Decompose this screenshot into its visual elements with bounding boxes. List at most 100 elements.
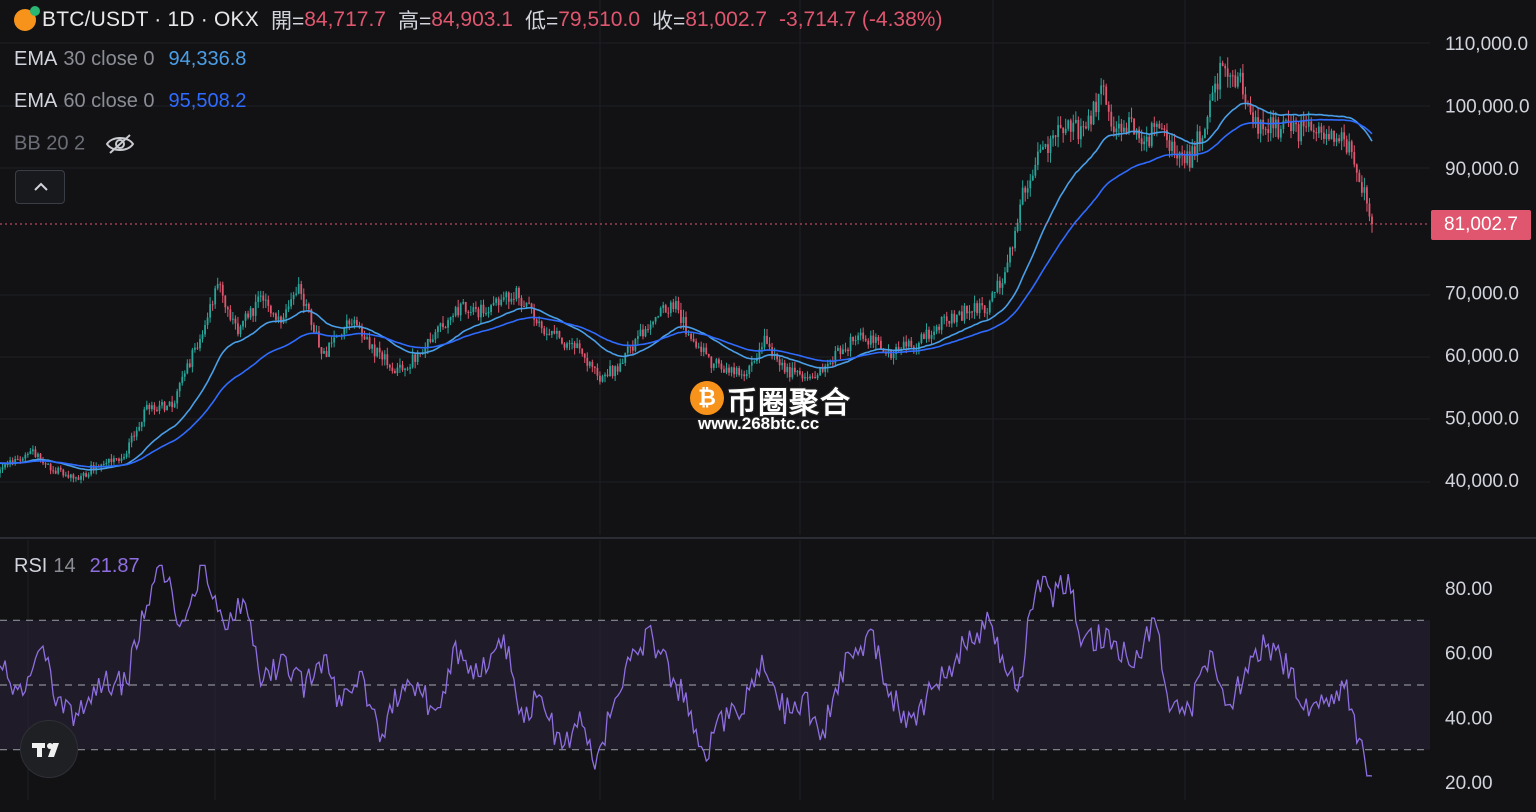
candle-body — [702, 347, 705, 352]
candle-body — [1360, 182, 1363, 193]
rsi-tick-label: 60.00 — [1445, 644, 1493, 665]
candle-body — [224, 295, 227, 308]
candle-body — [404, 368, 406, 370]
candle-body — [1153, 123, 1156, 127]
candle-body — [1206, 117, 1209, 130]
candle-body — [285, 309, 287, 318]
price-tick-label: 110,000.0 — [1445, 34, 1528, 55]
candle-body — [292, 294, 295, 300]
candle-body — [254, 301, 257, 316]
candle-body — [1128, 117, 1130, 133]
candle-body — [905, 341, 908, 347]
candle-body — [1039, 149, 1042, 152]
candle-body — [447, 320, 449, 328]
candle-body — [1117, 123, 1120, 129]
price-axis: 110,000.0 100,000.0 90,000.0 70,000.0 60,000… — [1445, 34, 1530, 492]
candle-body — [869, 335, 872, 345]
watermark-url: www.268btc.cc — [698, 414, 820, 433]
candle-body — [1242, 72, 1244, 95]
candle-body — [836, 347, 839, 351]
candle-body — [1231, 75, 1234, 77]
candle-body — [459, 303, 462, 316]
candle-body — [690, 333, 692, 339]
candle-body — [231, 318, 234, 320]
ema30-value: 94,336.8 — [168, 48, 247, 70]
candle-body — [750, 362, 753, 366]
candle-body — [910, 340, 913, 347]
candle-body — [206, 317, 209, 326]
candle-body — [907, 340, 910, 347]
candle-body — [1110, 111, 1113, 127]
candle-body — [1191, 146, 1194, 168]
candle-body — [588, 361, 591, 366]
ema30-legend[interactable]: EMA 30 close 0 94,336.8 — [14, 48, 246, 71]
candle-body — [348, 320, 351, 325]
candle-body — [1034, 164, 1037, 176]
candle-body — [712, 363, 715, 368]
candle-body — [59, 467, 62, 470]
candle-body — [978, 303, 981, 314]
candle-body — [102, 464, 105, 466]
candle-body — [596, 367, 599, 376]
candle-body — [1171, 141, 1173, 151]
candle-body — [1036, 151, 1039, 165]
candle-body — [176, 391, 179, 404]
candle-body — [1224, 65, 1227, 69]
candle-body — [720, 363, 723, 370]
candle-body — [196, 347, 199, 349]
candle-body — [548, 333, 551, 335]
candle-body — [391, 367, 394, 371]
candle-body — [961, 311, 963, 321]
candle-body — [535, 319, 538, 324]
candle-body — [67, 474, 70, 478]
candle-body — [39, 453, 42, 460]
candle-body — [350, 323, 353, 325]
candle-body — [64, 474, 67, 476]
candle-body — [145, 404, 148, 410]
candle-body — [1366, 187, 1368, 204]
candle-body — [211, 304, 214, 306]
candle-body — [877, 337, 880, 341]
candle-body — [616, 366, 619, 372]
candle-body — [561, 337, 563, 344]
candle-body — [614, 366, 617, 377]
eye-off-icon[interactable] — [105, 132, 135, 156]
candle-body — [148, 404, 151, 410]
open-value: 84,717.7 — [304, 8, 386, 31]
candle-body — [1183, 155, 1186, 164]
ema60-legend[interactable]: EMA 60 close 0 95,508.2 — [14, 90, 246, 113]
candle-body — [234, 318, 237, 324]
candle-body — [485, 313, 487, 315]
candle-body — [566, 343, 568, 348]
candle-body — [593, 366, 596, 368]
candle-body — [1371, 216, 1373, 225]
rsi-legend[interactable]: RSI 14 21.87 — [14, 555, 140, 578]
candle-body — [267, 299, 270, 306]
candle-body — [399, 364, 401, 368]
candle-body — [1320, 126, 1323, 133]
candle-body — [1264, 129, 1267, 131]
candle-body — [631, 346, 634, 351]
symbol-title[interactable]: BTC/USDT · 1D · OKX — [42, 8, 259, 32]
candle-body — [244, 313, 247, 321]
candle-body — [416, 353, 419, 362]
candle-body — [32, 449, 34, 452]
ema30-name: EMA — [14, 48, 58, 70]
candle-body — [77, 477, 80, 480]
candle-body — [1001, 283, 1004, 288]
tradingview-logo-icon — [32, 743, 59, 757]
candle-body — [442, 323, 444, 328]
candle-body — [29, 451, 32, 455]
candle-body — [778, 359, 781, 366]
candle-body — [424, 348, 427, 353]
candle-body — [654, 317, 657, 322]
candle-body — [1087, 115, 1090, 129]
candle-body — [482, 304, 485, 314]
bb-legend[interactable]: BB 20 2 — [14, 132, 135, 156]
tradingview-logo-button[interactable] — [20, 720, 78, 778]
candle-body — [153, 405, 156, 410]
candle-body — [82, 473, 85, 476]
candle-body — [1259, 119, 1262, 134]
collapse-legend-button[interactable] — [15, 170, 65, 204]
candle-body — [19, 459, 22, 461]
